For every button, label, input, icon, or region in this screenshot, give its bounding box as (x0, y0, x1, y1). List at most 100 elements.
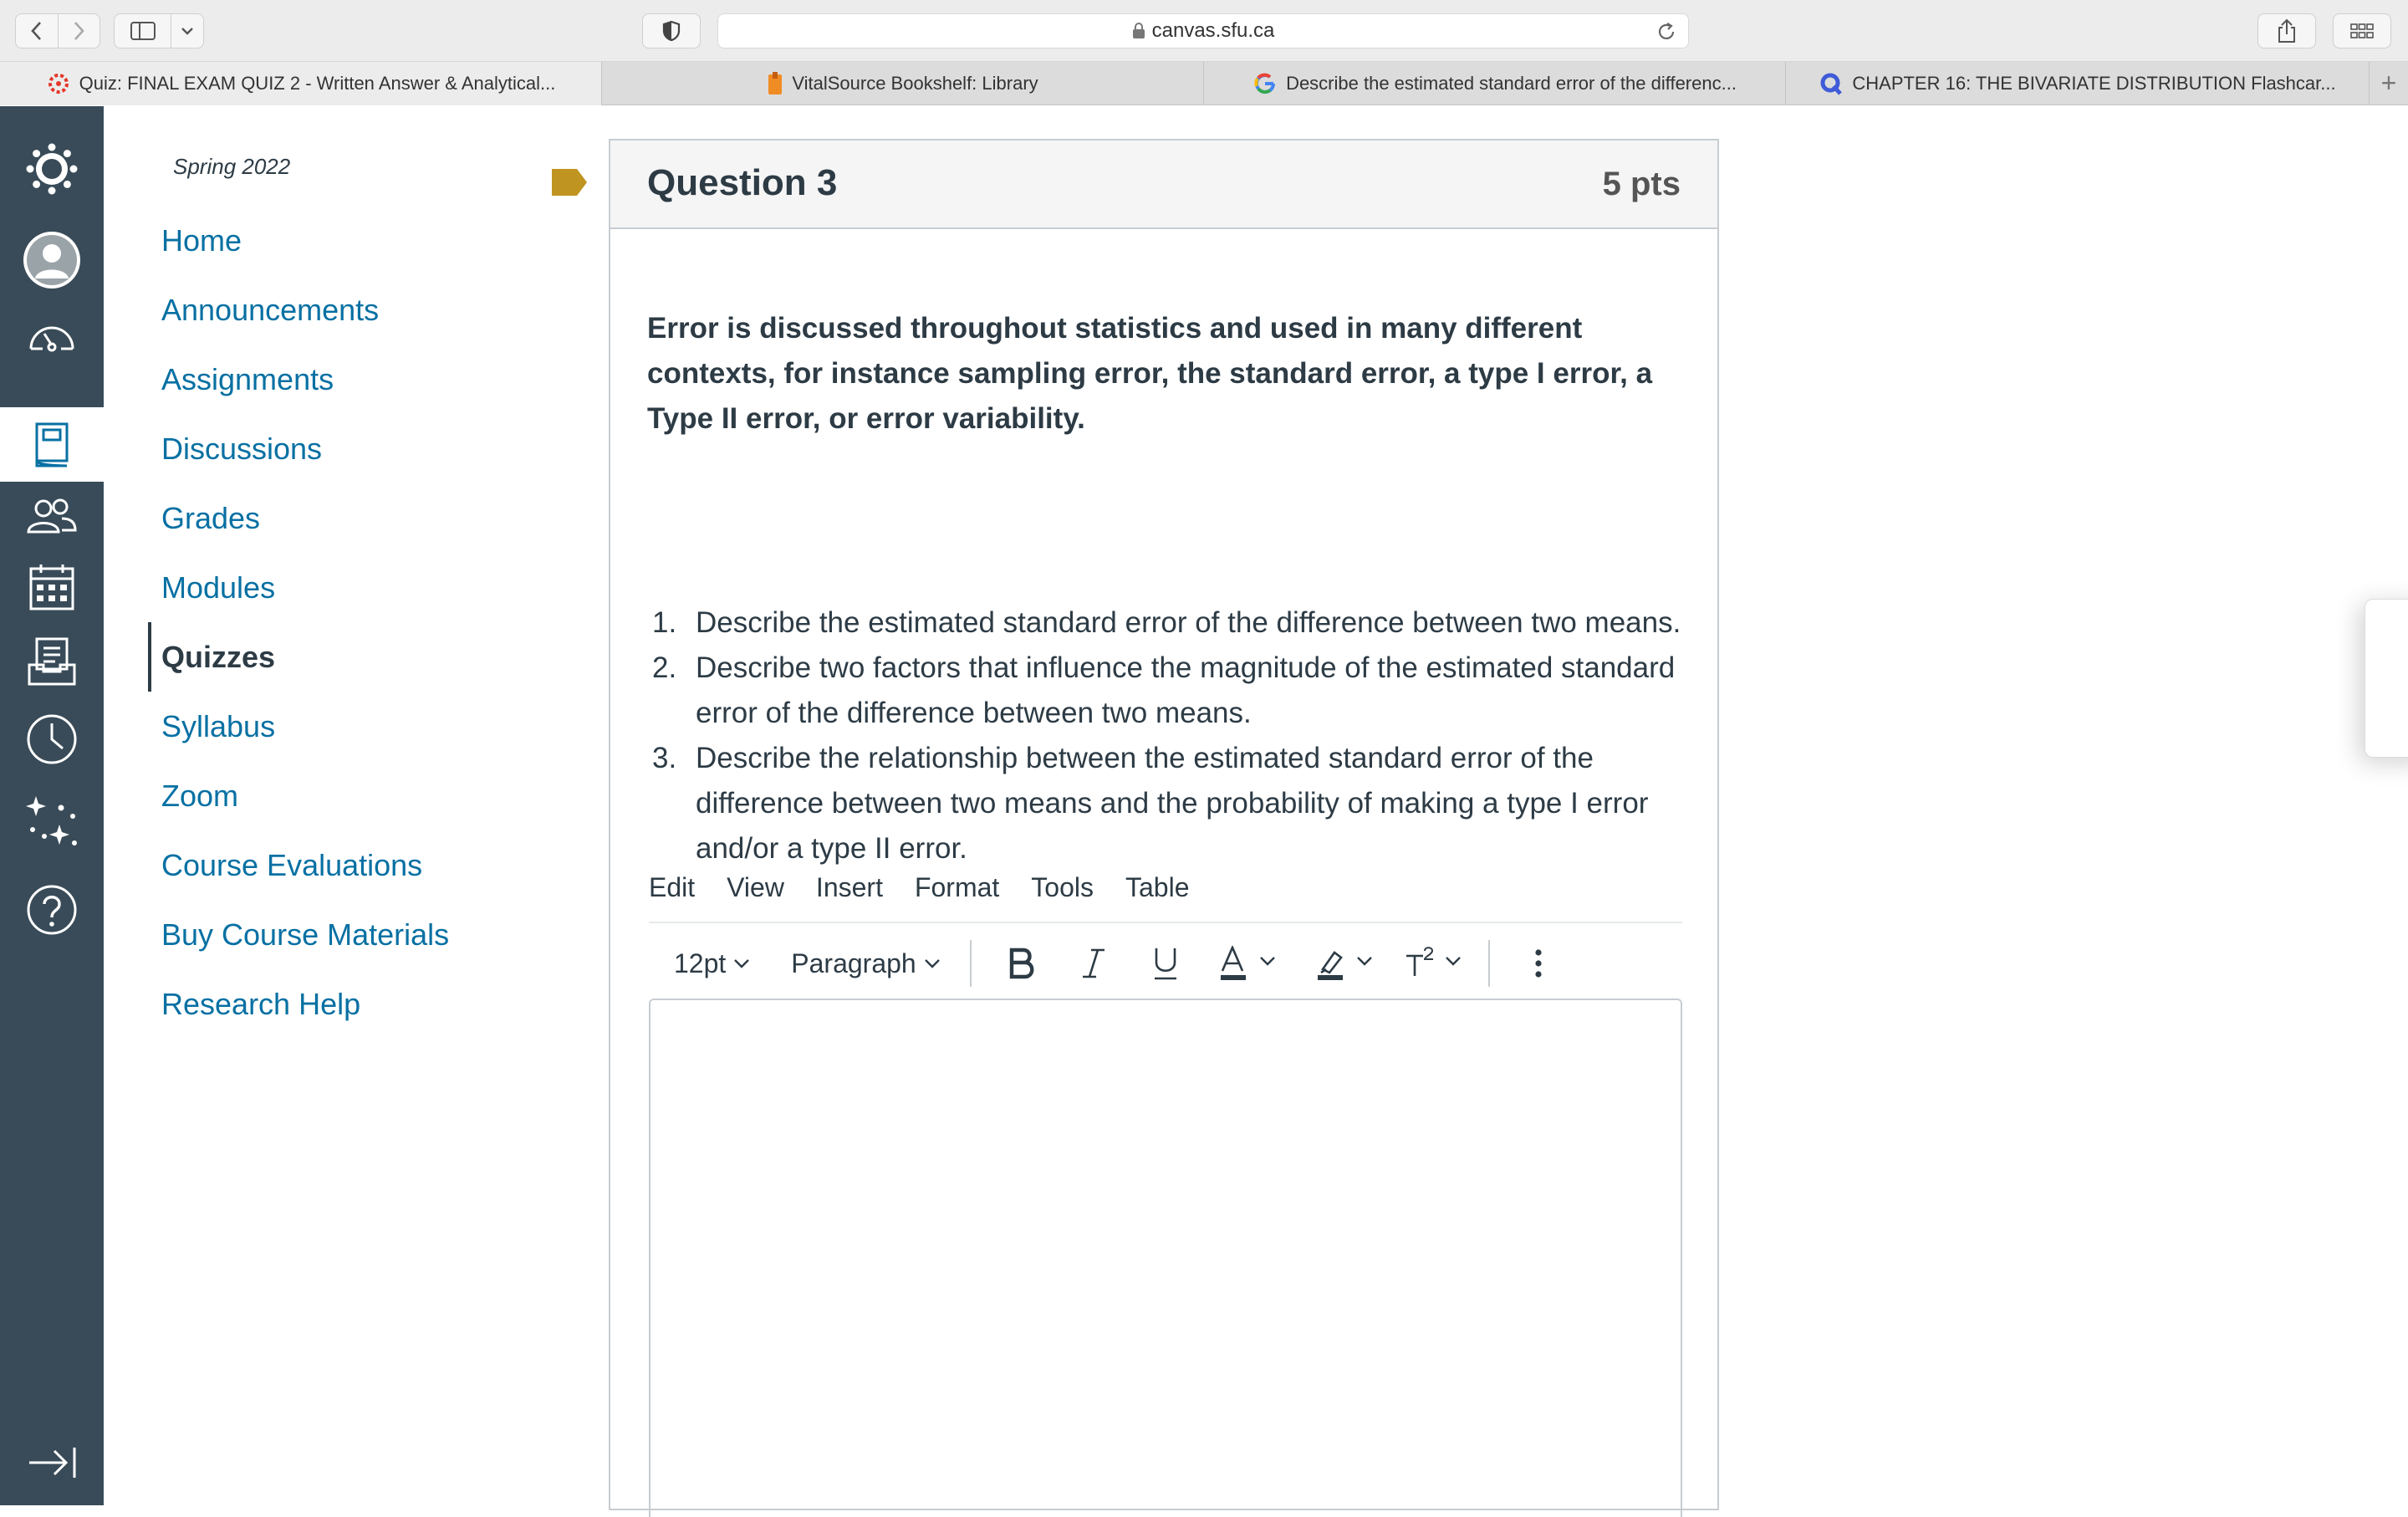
nav-history[interactable] (0, 702, 104, 777)
course-nav-discussions[interactable]: Discussions (150, 414, 518, 483)
italic-button[interactable] (1077, 940, 1110, 987)
tab-label: CHAPTER 16: THE BIVARIATE DISTRIBUTION F… (1852, 73, 2336, 94)
tab-quiz[interactable]: Quiz: FINAL EXAM QUIZ 2 - Written Answer… (0, 62, 602, 105)
course-nav-course-evaluations[interactable]: Course Evaluations (150, 830, 518, 900)
address-bar[interactable]: canvas.sfu.ca (717, 13, 1689, 49)
quizlet-icon (1820, 73, 1843, 95)
clock-icon (27, 714, 77, 764)
course-nav-buy-course-materials[interactable]: Buy Course Materials (150, 900, 518, 969)
chevron-right-icon (74, 22, 84, 40)
toolbar-divider (1487, 940, 1490, 987)
browser-toolbar: canvas.sfu.ca (0, 0, 2408, 62)
help-icon (27, 885, 77, 935)
google-icon (1254, 73, 1276, 94)
privacy-report-button[interactable] (642, 13, 701, 49)
url-text: canvas.sfu.ca (1151, 19, 1275, 42)
course-term: Spring 2022 (173, 154, 291, 179)
nav-dashboard[interactable] (0, 300, 104, 370)
tab-google[interactable]: Describe the estimated standard error of… (1204, 62, 1786, 105)
menu-tools[interactable]: Tools (1031, 872, 1094, 903)
canvas-logo-icon (26, 143, 78, 195)
tab-quizlet[interactable]: CHAPTER 16: THE BIVARIATE DISTRIBUTION F… (1786, 62, 2370, 105)
underline-icon (1154, 948, 1176, 980)
highlight-color-button[interactable] (1316, 940, 1383, 987)
collapse-icon (29, 1448, 76, 1478)
question-header: Question 3 5 pts (610, 140, 1717, 229)
toolbar-divider (969, 940, 972, 987)
tab-bar: Quiz: FINAL EXAM QUIZ 2 - Written Answer… (0, 62, 2408, 105)
bold-button[interactable] (1005, 940, 1038, 987)
text-color-icon (1220, 946, 1275, 980)
list-item: 2. Describe two factors that influence th… (652, 651, 1676, 729)
question-list: 1. Describe the estimated standard error … (647, 600, 1684, 871)
menu-insert[interactable]: Insert (816, 872, 883, 903)
tab-label: Describe the estimated standard error of… (1286, 73, 1737, 94)
course-nav-assignments[interactable]: Assignments (150, 345, 518, 414)
more-vertical-icon (1535, 949, 1542, 978)
bold-icon (1009, 947, 1034, 979)
chevron-down-icon[interactable] (171, 14, 203, 48)
chevron-down-icon (924, 959, 940, 968)
flag-question-button[interactable] (550, 167, 589, 202)
nav-groups[interactable] (0, 479, 104, 551)
menu-format[interactable]: Format (915, 872, 999, 903)
chevron-left-icon (31, 22, 41, 40)
nav-calendar[interactable] (0, 549, 104, 625)
back-button[interactable] (16, 14, 59, 48)
side-popover[interactable] (2365, 599, 2408, 758)
tab-vitalsource[interactable]: VitalSource Bookshelf: Library (602, 62, 1204, 105)
collapse-nav-button[interactable] (0, 1428, 104, 1498)
forward-button[interactable] (59, 14, 100, 48)
nav-courses[interactable] (0, 408, 104, 482)
course-nav-grades[interactable]: Grades (150, 483, 518, 553)
groups-icon (27, 498, 77, 534)
grid-icon (2350, 23, 2374, 38)
nav-inbox[interactable] (0, 623, 104, 700)
question-title: Question 3 (647, 162, 838, 203)
underline-button[interactable] (1149, 940, 1182, 987)
font-size-value: 12pt (674, 947, 727, 978)
canvas-logo[interactable] (0, 133, 104, 205)
menu-table[interactable]: Table (1125, 872, 1190, 903)
tab-label: Quiz: FINAL EXAM QUIZ 2 - Written Answer… (79, 73, 556, 94)
menu-edit[interactable]: Edit (649, 872, 695, 903)
nav-help[interactable] (0, 872, 104, 947)
highlighter-icon (1317, 951, 1372, 980)
font-size-select[interactable]: 12pt (674, 948, 751, 979)
course-nav-modules[interactable]: Modules (150, 553, 518, 622)
nav-commons[interactable] (0, 782, 104, 857)
question-points: 5 pts (1602, 166, 1681, 202)
nav-account[interactable] (0, 223, 104, 297)
course-nav-zoom[interactable]: Zoom (150, 761, 518, 830)
course-nav-research-help[interactable]: Research Help (150, 969, 518, 1039)
lock-icon (1132, 23, 1145, 38)
sparkles-icon (26, 796, 77, 845)
menu-view[interactable]: View (727, 872, 784, 903)
course-nav-syllabus[interactable]: Syllabus (150, 692, 518, 761)
new-tab-button[interactable]: + (2370, 62, 2408, 105)
course-navigation: Home Announcements Assignments Discussio… (148, 206, 518, 1039)
canvas-icon (48, 74, 69, 94)
question-lead: Error is discussed throughout statistics… (647, 312, 1653, 435)
flag-icon (552, 169, 587, 196)
text-color-button[interactable] (1219, 940, 1286, 987)
course-nav-announcements[interactable]: Announcements (150, 275, 518, 345)
book-icon (35, 422, 69, 467)
avatar-icon (23, 232, 80, 289)
share-icon (2278, 18, 2295, 43)
tab-label: VitalSource Bookshelf: Library (792, 73, 1038, 94)
more-tools-button[interactable] (1530, 940, 1547, 987)
tab-overview-button[interactable] (2333, 13, 2391, 49)
reload-button[interactable] (1655, 20, 1678, 48)
course-nav-quizzes[interactable]: Quizzes (148, 622, 518, 692)
dashboard-icon (29, 326, 74, 352)
superscript-button[interactable] (1405, 940, 1472, 987)
answer-editor[interactable] (649, 999, 1682, 1517)
vitalsource-icon (768, 72, 783, 94)
calendar-icon (29, 564, 74, 610)
block-format-select[interactable]: Paragraph (791, 948, 941, 979)
course-nav-home[interactable]: Home (150, 206, 518, 275)
chevron-down-icon (734, 959, 750, 968)
sidebar-toggle[interactable] (114, 13, 204, 49)
share-button[interactable] (2258, 13, 2316, 49)
